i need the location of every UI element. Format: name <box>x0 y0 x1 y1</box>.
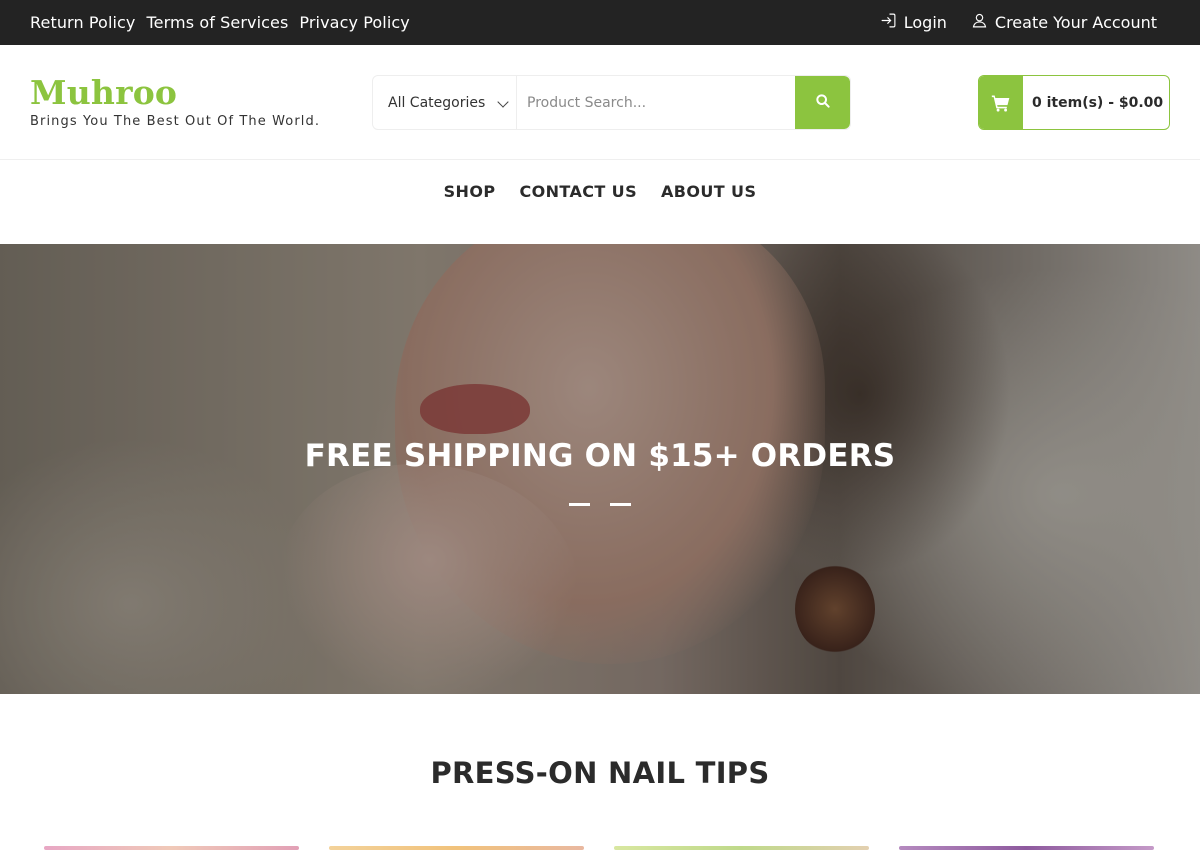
slider-dot[interactable] <box>569 503 590 506</box>
main-nav: SHOP CONTACT US ABOUT US <box>0 160 1200 244</box>
slider-dots <box>569 503 631 506</box>
create-account-label: Create Your Account <box>994 13 1157 32</box>
product-card[interactable] <box>44 846 299 850</box>
user-icon <box>971 12 988 33</box>
slider-dot[interactable] <box>610 503 631 506</box>
nav-item-about-us[interactable]: ABOUT US <box>661 182 756 202</box>
nav-item-contact-us[interactable]: CONTACT US <box>519 182 637 202</box>
login-link[interactable]: Login <box>880 12 947 33</box>
category-select-value: All Categories <box>388 94 486 111</box>
login-icon <box>880 12 897 33</box>
cart-summary: 0 item(s) - $0.00 <box>1032 94 1164 111</box>
hero-banner[interactable]: FREE SHIPPING ON $15+ ORDERS <box>0 244 1200 694</box>
chevron-down-icon <box>497 96 509 108</box>
return-policy-link[interactable]: Return Policy <box>30 13 136 32</box>
product-card[interactable] <box>614 846 869 850</box>
site-logo[interactable]: Muhroo <box>30 73 177 113</box>
hero-image-lips <box>420 384 530 434</box>
login-label: Login <box>903 13 947 32</box>
search-input[interactable] <box>517 76 795 129</box>
product-search-bar: All Categories <box>372 75 851 130</box>
category-select[interactable]: All Categories <box>373 76 517 129</box>
top-bar: Return Policy Terms of Services Privacy … <box>0 0 1200 45</box>
hero-headline: FREE SHIPPING ON $15+ ORDERS <box>304 438 896 474</box>
product-card[interactable] <box>329 846 584 850</box>
product-card[interactable] <box>899 846 1154 850</box>
cart-icon <box>979 76 1023 129</box>
hero-image-hand <box>280 464 580 694</box>
section-title: PRESS-ON NAIL TIPS <box>430 756 770 790</box>
site-header: Muhroo Brings You The Best Out Of The Wo… <box>0 45 1200 160</box>
search-button[interactable] <box>795 76 850 129</box>
search-icon <box>815 93 831 113</box>
terms-of-services-link[interactable]: Terms of Services <box>147 13 289 32</box>
privacy-policy-link[interactable]: Privacy Policy <box>299 13 409 32</box>
create-account-link[interactable]: Create Your Account <box>971 12 1157 33</box>
cart-button[interactable]: 0 item(s) - $0.00 <box>978 75 1170 130</box>
hero-image-earring <box>795 564 875 654</box>
account-links: Login Create Your Account <box>880 0 1157 45</box>
policy-links: Return Policy Terms of Services Privacy … <box>30 0 410 45</box>
nav-item-shop[interactable]: SHOP <box>444 182 496 202</box>
product-grid <box>44 846 1154 850</box>
site-tagline: Brings You The Best Out Of The World. <box>30 114 321 129</box>
